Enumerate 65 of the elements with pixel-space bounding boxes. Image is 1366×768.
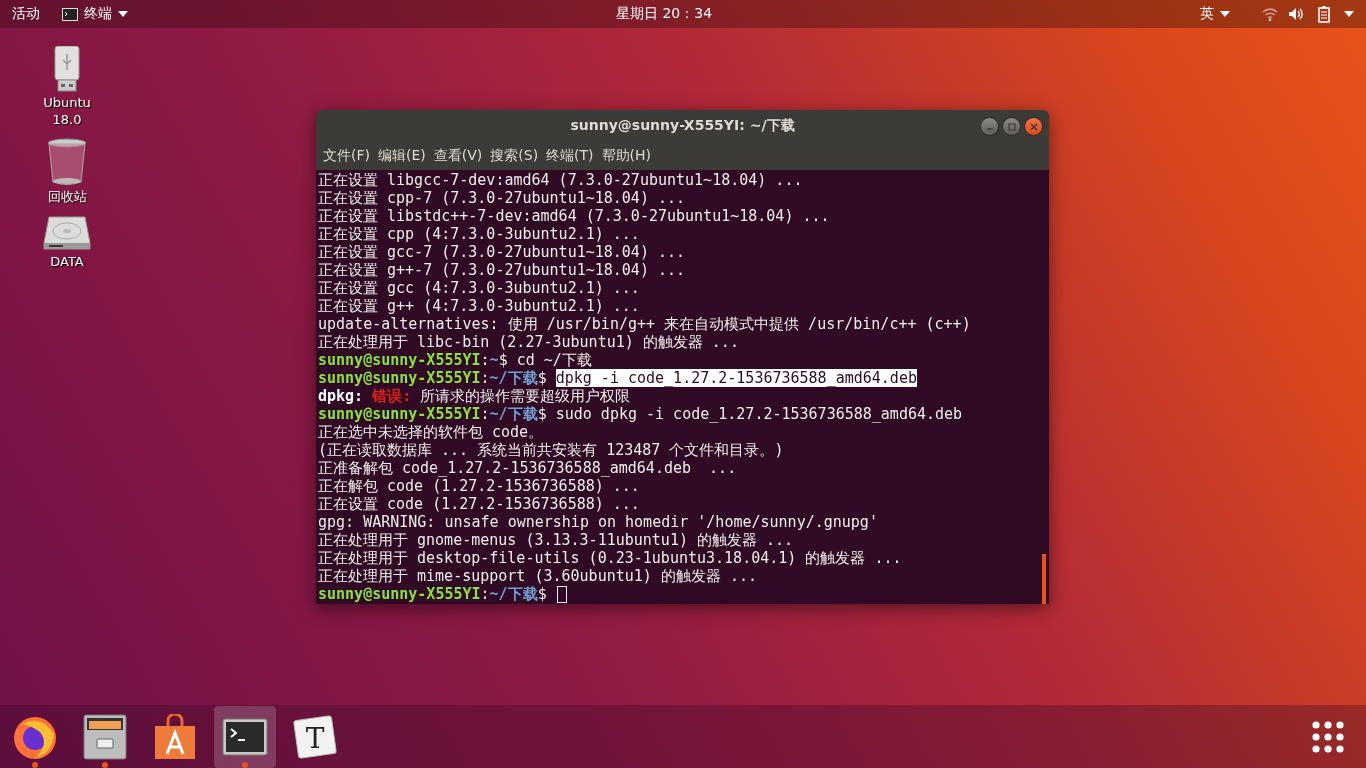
- desktop-icon-label[interactable]: DATA: [35, 253, 99, 270]
- menu-item[interactable]: 搜索(S): [487, 145, 542, 167]
- terminal-line: gpg: WARNING: unsafe ownership on homedir '/home/sunny/.gnupg': [318, 513, 879, 531]
- terminal-line: 正在处理用于 desktop-file-utils (0.23-1ubuntu3.18.04.1) 的触发器 ...: [318, 549, 903, 567]
- caret-icon[interactable]: [118, 11, 128, 17]
- running-indicator: [102, 761, 108, 768]
- terminal-line: update-alternatives: 使用 /usr/bin/g++ 来在自动模式中提供 /usr/bin/c++ (c++): [318, 315, 972, 333]
- terminal-line: 正在设置 g++-7 (7.3.0-27ubuntu1~18.04) ...: [318, 261, 687, 279]
- scrollbar-thumb[interactable]: [1042, 554, 1046, 604]
- battery-icon[interactable]: [1318, 5, 1330, 23]
- running-indicator: [32, 761, 38, 768]
- terminal-line: 正在设置 g++ (4:7.3.0-3ubuntu2.1) ...: [318, 297, 641, 315]
- volume-icon[interactable]: [1288, 7, 1304, 21]
- dock-item[interactable]: [214, 705, 276, 768]
- menu-item[interactable]: 帮助(H): [598, 145, 655, 167]
- terminal-line: dpkg: 错误: 所请求的操作需要超级用户权限: [318, 387, 632, 405]
- maximize-button[interactable]: [1002, 117, 1021, 136]
- terminal-line: (正在读取数据库 ... 系统当前共安装有 123487 个文件和目录。): [318, 441, 785, 459]
- terminal-line: 正在解包 code (1.27.2-1536736588) ...: [318, 477, 641, 495]
- terminal-line: 正在处理用于 libc-bin (2.27-3ubuntu1) 的触发器 ...: [318, 333, 740, 351]
- minimize-button[interactable]: [980, 117, 999, 136]
- shopping-bag-icon: [153, 713, 197, 760]
- terminal-line: 正在设置 code (1.27.2-1536736588) ...: [318, 495, 641, 513]
- menu-item[interactable]: 终端(T): [543, 145, 597, 167]
- terminal-icon: [222, 717, 268, 756]
- maximize-icon: [1007, 122, 1016, 131]
- app-grid-icon: [1311, 719, 1345, 754]
- terminal-line: 正在处理用于 mime-support (3.60ubuntu1) 的触发器 ...: [318, 567, 758, 585]
- terminal-line: 正在处理用于 gnome-menus (3.13.3-11ubuntu1) 的触发器 ...: [318, 531, 795, 549]
- close-button[interactable]: [1024, 117, 1043, 136]
- window-title: sunny@sunny-X555YI: ~/下载: [570, 117, 795, 135]
- activities-button[interactable]: 活动: [12, 5, 40, 23]
- running-indicator: [242, 761, 248, 768]
- terminal-line: 正在设置 gcc (4:7.3.0-3ubuntu2.1) ...: [318, 279, 641, 297]
- letter-t-icon: T: [292, 713, 338, 760]
- terminal-line: sunny@sunny-X555YI:~/下载$ dpkg -i code_1.27.2-1536736588_amd64.deb: [318, 369, 918, 387]
- terminal-line: 正在设置 cpp-7 (7.3.0-27ubuntu1~18.04) ...: [318, 189, 687, 207]
- usb-drive-icon: [54, 46, 80, 92]
- file-cabinet-icon: [83, 713, 127, 760]
- trash-icon: [47, 138, 87, 186]
- desktop-icon-label[interactable]: 回收站: [35, 188, 99, 205]
- close-icon: [1029, 122, 1038, 131]
- terminal-line: sunny@sunny-X555YI:~$ cd ~/下载: [318, 351, 593, 369]
- terminal-line: 正在选中未选择的软件包 code。: [318, 423, 545, 441]
- input-method-indicator[interactable]: 英: [1200, 5, 1214, 23]
- menu-item[interactable]: 编辑(E): [375, 145, 429, 167]
- dock-item[interactable]: T: [284, 705, 346, 768]
- terminal-line: 正在设置 gcc-7 (7.3.0-27ubuntu1~18.04) ...: [318, 243, 687, 261]
- caret-icon[interactable]: [1220, 11, 1230, 17]
- terminal-line: sunny@sunny-X555YI:~/下载$: [318, 585, 1049, 603]
- menu-item[interactable]: 查看(V): [430, 145, 486, 167]
- terminal-output[interactable]: [316, 170, 1049, 604]
- wifi-icon[interactable]: [1262, 7, 1278, 21]
- window-title-bar[interactable]: sunny@sunny-X555YI: ~/下载: [316, 110, 1049, 142]
- menu-item[interactable]: 文件(F): [320, 145, 373, 167]
- terminal-line: 正在设置 cpp (4:7.3.0-3ubuntu2.1) ...: [318, 225, 641, 243]
- terminal-line: sunny@sunny-X555YI:~/下载$ sudo dpkg -i code_1.27.2-1536736588_amd64.deb: [318, 405, 964, 423]
- caret-icon[interactable]: [1344, 11, 1354, 17]
- clock[interactable]: 星期日 20：34: [615, 5, 713, 23]
- terminal-icon: [62, 7, 78, 21]
- terminal-line: 正准备解包 code_1.27.2-1536736588_amd64.deb ...: [318, 459, 738, 477]
- terminal-line: 正在设置 libstdc++-7-dev:amd64 (7.3.0-27ubuntu1~18.04) ...: [318, 207, 831, 225]
- desktop-icon-label[interactable]: Ubuntu 18.0: [35, 94, 99, 128]
- app-menu[interactable]: 终端: [84, 5, 112, 23]
- terminal-line: 正在设置 libgcc-7-dev:amd64 (7.3.0-27ubuntu1~18.04) ...: [318, 171, 804, 189]
